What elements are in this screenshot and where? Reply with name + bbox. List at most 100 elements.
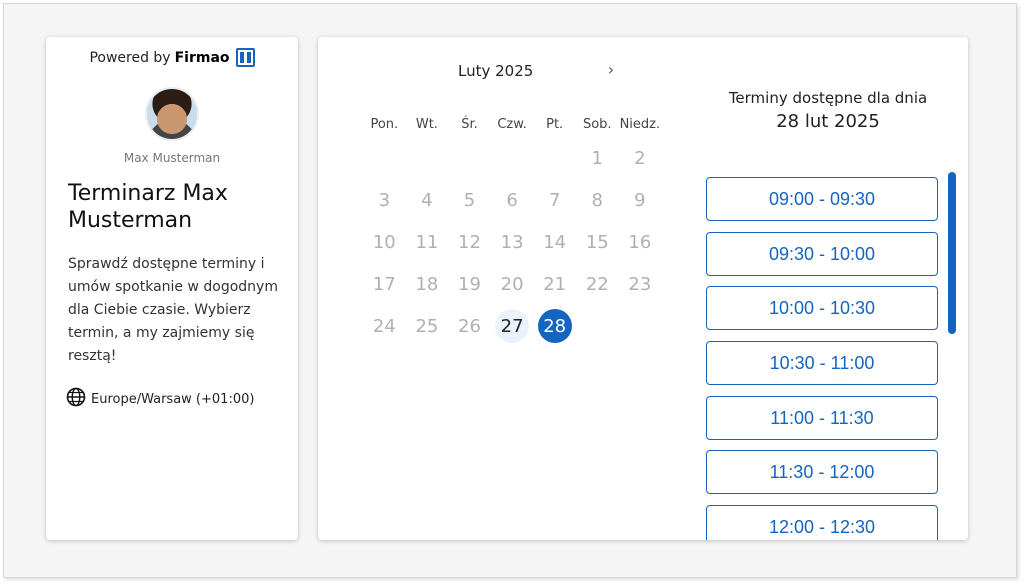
- calendar-day: 12: [448, 221, 491, 263]
- calendar-day: 26: [448, 305, 491, 347]
- calendar-grid: 1 2 3 4 5 6 7 8 9 10 11 12 13 14 15 16 17 18 19 20 21 22 23 24 2…: [363, 137, 661, 347]
- calendar-empty-cell: [406, 137, 449, 179]
- time-slot-button[interactable]: 10:00 - 10:30: [706, 286, 938, 331]
- calendar-day-number: 1: [591, 147, 603, 169]
- weekday-label: Czw.: [497, 117, 527, 132]
- calendar-day: 20: [491, 263, 534, 305]
- timezone[interactable]: Europe/Warsaw (+01:00): [66, 387, 254, 411]
- calendar-day: 21: [533, 263, 576, 305]
- calendar-day-number: [452, 141, 486, 175]
- slots-heading: Terminy dostępne dla dnia 28 lut 2025: [698, 89, 958, 132]
- calendar-day: 8: [576, 179, 619, 221]
- time-slot-button[interactable]: 12:00 - 12:30: [706, 505, 938, 540]
- weekday-label: Sob.: [582, 117, 612, 132]
- calendar-day-number: [410, 141, 444, 175]
- slots-heading-label: Terminy dostępne dla dnia: [728, 89, 928, 107]
- calendar-day: 14: [533, 221, 576, 263]
- time-slot-list: 09:00 - 09:30 09:30 - 10:00 10:00 - 10:3…: [706, 177, 938, 540]
- calendar-day: 17: [363, 263, 406, 305]
- calendar-day: 6: [491, 179, 534, 221]
- avatar: [145, 87, 199, 141]
- calendar-day: 18: [406, 263, 449, 305]
- calendar-day-number: 27: [495, 309, 530, 343]
- calendar-day-number: 24: [372, 315, 396, 337]
- weekday-label: Niedz.: [619, 117, 661, 132]
- calendar-day: 2: [619, 137, 662, 179]
- calendar-empty-cell: [363, 137, 406, 179]
- time-slot-button[interactable]: 09:00 - 09:30: [706, 177, 938, 221]
- calendar-day-number: 18: [415, 273, 439, 295]
- calendar-day-number: 6: [506, 189, 518, 211]
- powered-by: Powered by Firmao: [46, 48, 298, 67]
- calendar-day[interactable]: 27: [491, 305, 534, 347]
- calendar-day-number: 15: [585, 231, 609, 253]
- weekday-label: Wt.: [415, 117, 438, 132]
- time-slot-button[interactable]: 10:30 - 11:00: [706, 341, 938, 386]
- calendar-day-number: 7: [548, 189, 561, 211]
- calendar-day-number: 26: [458, 315, 481, 337]
- calendar-day-number: 21: [543, 273, 567, 295]
- calendar-day-number: [367, 141, 401, 175]
- calendar-day: 10: [363, 221, 406, 263]
- calendar-day: 5: [448, 179, 491, 221]
- calendar-empty-cell: [619, 305, 662, 347]
- calendar-day-number: 2: [634, 147, 646, 169]
- time-slot-button[interactable]: 11:00 - 11:30: [706, 395, 938, 440]
- month-label: Luty 2025: [458, 62, 534, 80]
- booking-card: Luty 2025 › Pon. Wt. Śr. Czw. Pt. Sob. N…: [318, 37, 968, 540]
- weekday-header: Pon. Wt. Śr. Czw. Pt. Sob. Niedz.: [363, 117, 661, 132]
- calendar-day-number: 20: [500, 273, 524, 295]
- calendar-day-number: 12: [458, 231, 481, 253]
- calendar-day: 24: [363, 305, 406, 347]
- description: Sprawdź dostępne terminy i umów spotkani…: [68, 256, 278, 364]
- calendar-day-number: 4: [421, 189, 433, 211]
- calendar-day: 4: [406, 179, 449, 221]
- weekday-label: Pt.: [546, 117, 564, 132]
- powered-by-label: Powered by: [89, 49, 171, 66]
- globe-icon: [66, 387, 86, 411]
- calendar-empty-cell: [533, 137, 576, 179]
- calendar-day-number: 23: [628, 273, 652, 295]
- calendar-day: 16: [619, 221, 662, 263]
- calendar-day: 23: [619, 263, 662, 305]
- calendar-day-number: 5: [463, 189, 476, 211]
- slots-scrollbar[interactable]: [948, 172, 956, 334]
- weekday-label: Śr.: [461, 117, 478, 132]
- weekday-label: Pon.: [370, 117, 399, 132]
- calendar-day-number: 11: [415, 231, 439, 253]
- page-title: Terminarz Max Musterman: [68, 181, 228, 233]
- profile-card: Powered by Firmao Max Musterman Terminar…: [46, 37, 298, 540]
- calendar-day-number: 10: [372, 231, 396, 253]
- owner-name: Max Musterman: [123, 151, 221, 165]
- calendar-day-number: 14: [543, 231, 567, 253]
- calendar-day: 15: [576, 221, 619, 263]
- timezone-label: Europe/Warsaw (+01:00): [91, 391, 255, 407]
- chevron-right-icon: ›: [607, 59, 615, 79]
- calendar-day-number: [623, 309, 657, 343]
- calendar-day: 13: [491, 221, 534, 263]
- calendar-day-number: [495, 141, 529, 175]
- calendar-day-number: [538, 141, 572, 175]
- calendar-day-number: 8: [591, 189, 603, 211]
- calendar-day-number: 16: [628, 231, 652, 253]
- calendar-day: 9: [619, 179, 662, 221]
- calendar-empty-cell: [576, 305, 619, 347]
- calendar-day-number: 3: [378, 189, 391, 211]
- calendar-day[interactable]: 28: [533, 305, 576, 347]
- brand-name: Firmao: [174, 49, 230, 66]
- calendar-day: 3: [363, 179, 406, 221]
- time-slot-button[interactable]: 11:30 - 12:00: [706, 450, 938, 495]
- calendar-day: 22: [576, 263, 619, 305]
- time-slot-button[interactable]: 09:30 - 10:00: [706, 231, 938, 276]
- calendar-day: 11: [406, 221, 449, 263]
- calendar-day-number: 17: [372, 273, 396, 295]
- calendar-day: 1: [576, 137, 619, 179]
- calendar-day-number: 19: [458, 273, 481, 295]
- calendar-day-number: 25: [415, 315, 439, 337]
- calendar-day-number: 9: [634, 189, 646, 211]
- calendar-day: 7: [533, 179, 576, 221]
- firmao-logo-icon: [235, 48, 255, 67]
- slots-date: 28 lut 2025: [776, 111, 880, 132]
- calendar-day-number: 13: [500, 231, 524, 253]
- next-month-button[interactable]: ›: [601, 59, 621, 79]
